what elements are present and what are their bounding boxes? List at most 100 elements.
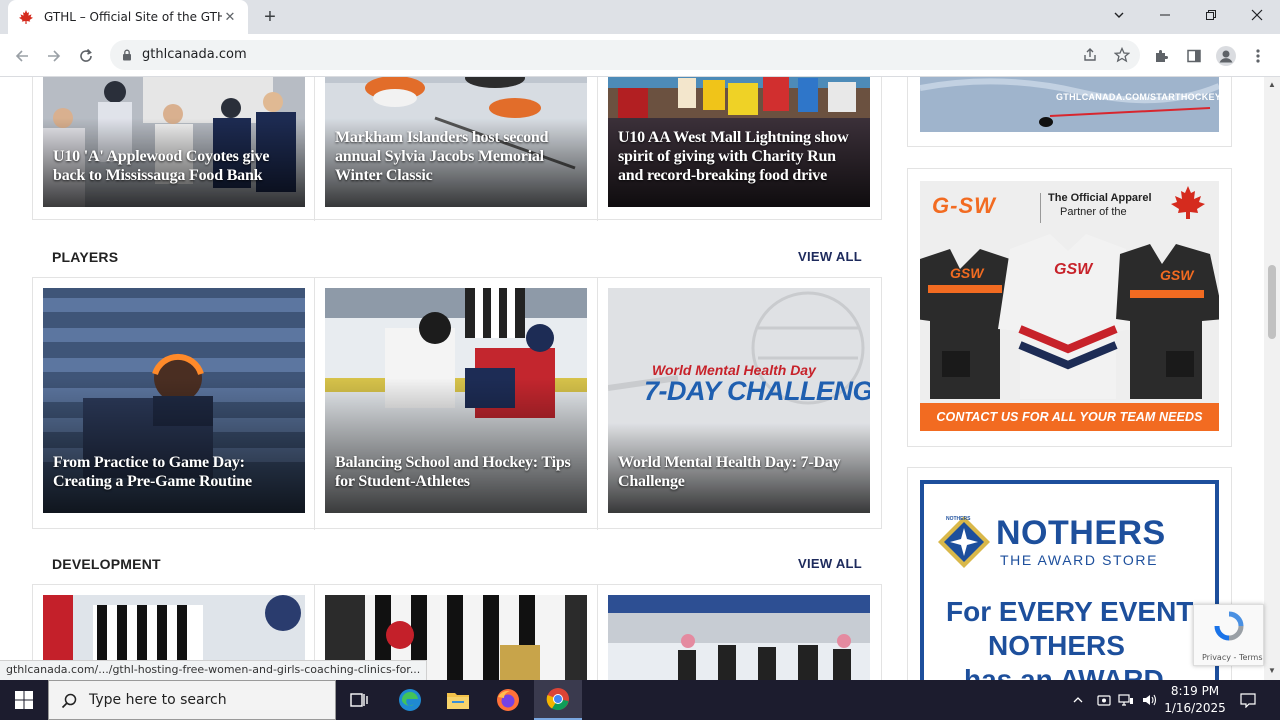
gsw-cta-banner: CONTACT US FOR ALL YOUR TEAM NEEDS: [920, 403, 1219, 431]
recaptcha-icon: [1214, 611, 1244, 641]
news-card[interactable]: World Mental Health Day 7-DAY CHALLENGE …: [608, 288, 870, 513]
players-view-all-link[interactable]: VIEW ALL: [798, 249, 862, 264]
menu-button[interactable]: [1244, 42, 1272, 70]
gsw-ad-box: G-SW The Official Apparel Partner of the…: [907, 168, 1232, 447]
page-scrollbar[interactable]: ▲ ▼: [1264, 77, 1280, 680]
card-title[interactable]: U10 'A' Applewood Coyotes give back to M…: [53, 147, 299, 185]
url-text: gthlcanada.com: [142, 47, 247, 62]
recaptcha-links[interactable]: Privacy - Terms: [1202, 653, 1263, 662]
chrome-taskbar-button[interactable]: [534, 680, 582, 720]
file-explorer-taskbar-button[interactable]: [434, 680, 482, 720]
arrow-left-icon: [15, 50, 28, 62]
firefox-taskbar-button[interactable]: [484, 680, 532, 720]
nothers-line3: has an AWARD: [964, 664, 1164, 680]
task-view-icon: [350, 693, 368, 707]
news-card[interactable]: From Practice to Game Day: Creating a Pr…: [43, 288, 305, 513]
restore-button[interactable]: [1188, 0, 1234, 30]
avatar-icon: [1216, 46, 1236, 66]
minimize-icon: [1160, 14, 1170, 16]
extensions-button[interactable]: [1148, 42, 1176, 70]
scroll-down-arrow-icon[interactable]: ▼: [1268, 667, 1276, 675]
close-icon: [1251, 9, 1263, 21]
card-divider: [597, 278, 598, 530]
forward-button[interactable]: [40, 42, 68, 70]
start-hockey-ad[interactable]: GTHLCANADA.COM/STARTHOCKEY: [920, 77, 1219, 132]
recaptcha-badge[interactable]: Privacy - Terms: [1193, 604, 1264, 666]
news-card-row: U10 'A' Applewood Coyotes give back to M…: [32, 77, 882, 221]
start-button[interactable]: [0, 680, 48, 720]
card-divider: [597, 585, 598, 680]
tab-title: GTHL – Official Site of the GTHL: [44, 10, 222, 24]
maple-leaf-icon: [19, 10, 33, 24]
development-section-header: DEVELOPMENT VIEW ALL: [52, 556, 862, 576]
chevron-down-icon: [1114, 12, 1124, 18]
scroll-up-arrow-icon[interactable]: ▲: [1268, 81, 1276, 89]
minimize-button[interactable]: [1142, 0, 1188, 30]
development-view-all-link[interactable]: VIEW ALL: [798, 556, 862, 571]
profile-button[interactable]: [1212, 42, 1240, 70]
card-title[interactable]: Markham Islanders host second annual Syl…: [335, 128, 581, 185]
section-title: PLAYERS: [52, 249, 119, 265]
back-button[interactable]: [8, 42, 36, 70]
puzzle-icon: [1156, 50, 1168, 62]
taskbar-clock[interactable]: 8:19 PM 1/16/2025: [1162, 683, 1228, 717]
firefox-icon: [497, 689, 519, 711]
jersey-label: GSW: [1160, 267, 1194, 283]
scroll-thumb[interactable]: [1268, 265, 1276, 339]
clock-date: 1/16/2025: [1164, 701, 1226, 715]
gsw-partner-line1: The Official Apparel: [1048, 192, 1152, 204]
tray-overflow-chevron-icon[interactable]: [1070, 692, 1086, 708]
new-tab-button[interactable]: +: [258, 6, 282, 28]
browser-tab[interactable]: GTHL – Official Site of the GTHL ✕: [8, 0, 248, 34]
players-card-row: From Practice to Game Day: Creating a Pr…: [32, 277, 882, 530]
reload-button[interactable]: [72, 42, 100, 70]
card-divider: [314, 278, 315, 530]
task-view-button[interactable]: [336, 680, 384, 720]
chrome-icon: [546, 688, 569, 711]
ice-texture-graphic: [920, 77, 1219, 132]
card-title[interactable]: World Mental Health Day: 7-Day Challenge: [618, 453, 864, 491]
address-bar[interactable]: gthlcanada.com: [110, 40, 1140, 70]
browser-toolbar: gthlcanada.com: [0, 34, 1280, 77]
bookmark-star-icon[interactable]: [1114, 47, 1130, 63]
close-window-button[interactable]: [1234, 0, 1280, 30]
share-icon[interactable]: [1082, 47, 1098, 63]
news-card[interactable]: U10 AA West Mall Lightning show spirit o…: [608, 77, 870, 207]
news-card[interactable]: U10 'A' Applewood Coyotes give back to M…: [43, 77, 305, 207]
folder-icon: [447, 693, 469, 709]
restore-icon: [1206, 10, 1216, 20]
taskbar-search-box[interactable]: Type here to search: [48, 680, 336, 720]
card-title[interactable]: From Practice to Game Day: Creating a Pr…: [53, 453, 299, 491]
nothers-ad-box: NOTHERS NOTHERS THE AWARD STORE For EVER…: [907, 467, 1232, 680]
card-title[interactable]: U10 AA West Mall Lightning show spirit o…: [618, 128, 864, 185]
taskbar-search-placeholder: Type here to search: [89, 692, 227, 708]
gsw-ad[interactable]: G-SW The Official Apparel Partner of the…: [920, 181, 1219, 431]
nothers-star-logo: [938, 516, 990, 568]
nothers-line1: For EVERY EVENT: [946, 596, 1194, 627]
card-title[interactable]: Balancing School and Hockey: Tips for St…: [335, 453, 581, 491]
network-icon[interactable]: [1118, 692, 1134, 708]
nothers-logo-small: NOTHERS: [946, 516, 971, 522]
card-divider: [314, 77, 315, 221]
nothers-ad[interactable]: NOTHERS NOTHERS THE AWARD STORE For EVER…: [920, 480, 1219, 680]
news-card[interactable]: Markham Islanders host second annual Syl…: [325, 77, 587, 207]
news-card[interactable]: Balancing School and Hockey: Tips for St…: [325, 288, 587, 513]
card-gradient: [325, 378, 587, 513]
gsw-logo: G-SW: [932, 193, 996, 218]
side-panel-button[interactable]: [1180, 42, 1208, 70]
news-card[interactable]: [608, 595, 870, 680]
jersey-label: GSW: [950, 265, 984, 281]
nothers-line2: NOTHERS: [988, 630, 1125, 661]
volume-icon[interactable]: [1142, 692, 1158, 708]
jerseys-graphic: [920, 234, 1219, 399]
edge-taskbar-button[interactable]: [386, 680, 434, 720]
nothers-tagline: THE AWARD STORE: [1000, 552, 1159, 568]
search-icon: [61, 693, 77, 709]
notifications-icon[interactable]: [1240, 692, 1256, 708]
close-tab-icon[interactable]: ✕: [222, 9, 238, 25]
windows-logo-icon: [15, 691, 33, 709]
kebab-menu-icon: [1256, 49, 1260, 63]
tab-search-button[interactable]: [1096, 0, 1142, 30]
link-status-tooltip: gthlcanada.com/.../gthl-hosting-free-wom…: [0, 660, 428, 680]
meet-now-icon[interactable]: [1096, 692, 1112, 708]
